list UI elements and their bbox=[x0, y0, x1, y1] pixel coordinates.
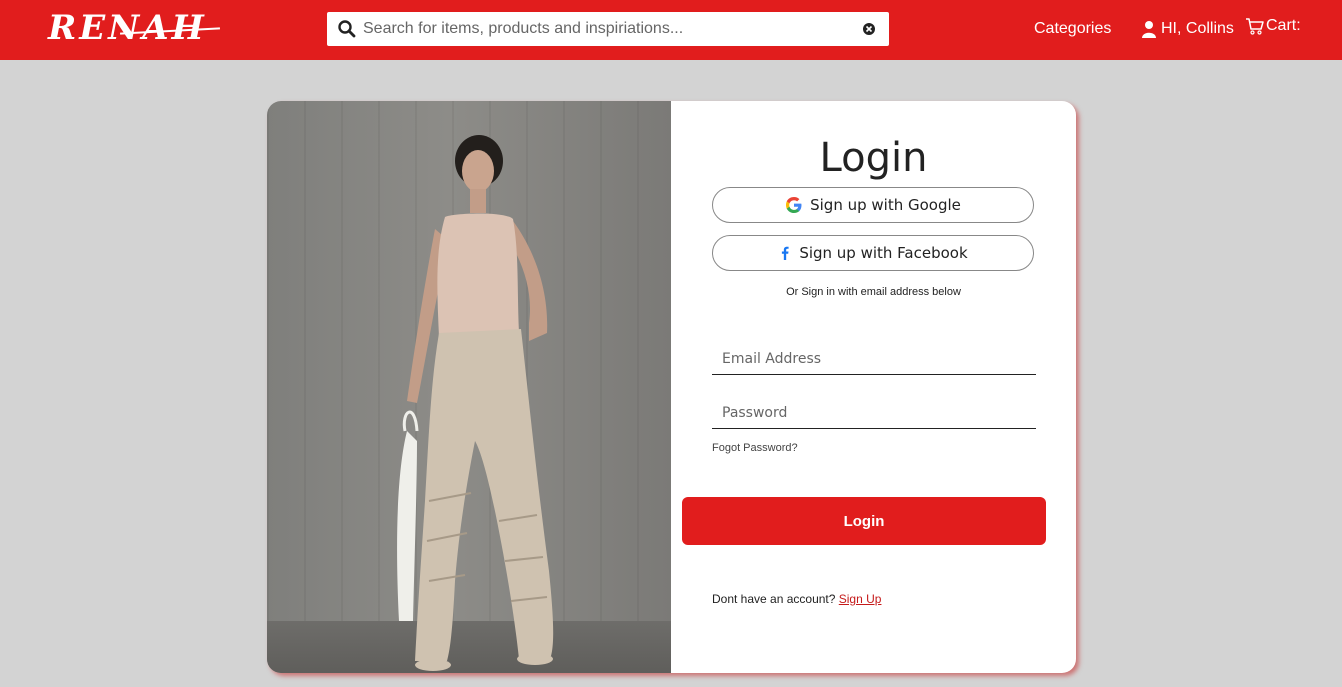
forgot-password-link[interactable]: Fogot Password? bbox=[712, 442, 798, 454]
google-signup-label: Sign up with Google bbox=[810, 196, 961, 214]
model-figure bbox=[397, 135, 554, 671]
search-icon[interactable] bbox=[337, 19, 357, 39]
nav-categories[interactable]: Categories bbox=[1034, 18, 1111, 40]
login-card: Login Sign up with Google Sign up with F… bbox=[267, 101, 1076, 673]
signup-prompt: Dont have an account? Sign Up bbox=[712, 592, 881, 606]
no-account-text: Dont have an account? bbox=[712, 592, 836, 606]
cart-label: Cart: bbox=[1266, 17, 1301, 34]
user-greeting: HI, Collins bbox=[1161, 20, 1234, 37]
top-navbar: RENAH Categories HI, Collins Cart: bbox=[0, 0, 1342, 60]
nav-account[interactable]: HI, Collins bbox=[1141, 18, 1234, 40]
facebook-signup-button[interactable]: Sign up with Facebook bbox=[712, 235, 1034, 271]
or-divider-text: Or Sign in with email address below bbox=[786, 286, 961, 298]
password-field[interactable] bbox=[712, 397, 1036, 429]
login-title: Login bbox=[819, 135, 928, 181]
fashion-model-photo bbox=[267, 101, 671, 673]
google-icon bbox=[786, 197, 802, 213]
brand-logo[interactable]: RENAH bbox=[48, 8, 207, 48]
nav-cart[interactable]: Cart: bbox=[1245, 15, 1301, 37]
facebook-signup-label: Sign up with Facebook bbox=[799, 244, 968, 262]
facebook-icon bbox=[782, 246, 789, 260]
search-bar bbox=[327, 12, 889, 46]
search-input[interactable] bbox=[363, 12, 853, 46]
google-signup-button[interactable]: Sign up with Google bbox=[712, 187, 1034, 223]
login-button[interactable]: Login bbox=[682, 497, 1046, 545]
clear-icon[interactable] bbox=[862, 22, 876, 36]
email-field[interactable] bbox=[712, 343, 1036, 375]
user-icon bbox=[1142, 21, 1156, 38]
signup-link[interactable]: Sign Up bbox=[839, 592, 882, 606]
cart-icon bbox=[1246, 18, 1264, 35]
